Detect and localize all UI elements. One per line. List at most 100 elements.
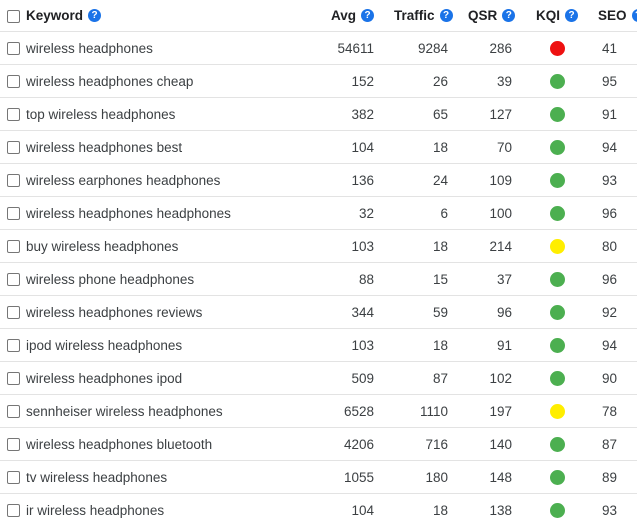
avg-cell: 103 (318, 329, 394, 362)
help-circle-icon-avg[interactable]: ? (361, 9, 374, 22)
row-checkbox[interactable] (7, 372, 20, 385)
row-checkbox[interactable] (7, 504, 20, 517)
traffic-cell: 15 (394, 263, 468, 296)
row-checkbox[interactable] (7, 207, 20, 220)
table-row[interactable]: wireless headphones best104187094 (0, 131, 637, 164)
keyword-cell: wireless phone headphones (26, 263, 318, 296)
table-row[interactable]: tv wireless headphones105518014889 (0, 461, 637, 494)
row-select-cell (0, 263, 26, 296)
row-checkbox[interactable] (7, 339, 20, 352)
qsr-cell: 286 (468, 32, 532, 65)
kqi-cell (532, 197, 598, 230)
row-checkbox[interactable] (7, 174, 20, 187)
traffic-cell: 180 (394, 461, 468, 494)
table-row[interactable]: buy wireless headphones1031821480 (0, 230, 637, 263)
avg-cell: 88 (318, 263, 394, 296)
seo-cell: 87 (598, 428, 637, 461)
column-header-keyword[interactable]: Keyword ? (26, 0, 318, 32)
table-row[interactable]: sennheiser wireless headphones6528111019… (0, 395, 637, 428)
seo-cell: 94 (598, 131, 637, 164)
row-select-cell (0, 98, 26, 131)
row-select-cell (0, 428, 26, 461)
row-checkbox[interactable] (7, 75, 20, 88)
row-checkbox[interactable] (7, 240, 20, 253)
avg-cell: 382 (318, 98, 394, 131)
keyword-cell: wireless headphones headphones (26, 197, 318, 230)
traffic-cell: 18 (394, 230, 468, 263)
keyword-cell: tv wireless headphones (26, 461, 318, 494)
seo-cell: 78 (598, 395, 637, 428)
column-header-qsr[interactable]: QSR ? (468, 0, 532, 32)
traffic-cell: 87 (394, 362, 468, 395)
kqi-cell (532, 131, 598, 164)
seo-cell: 90 (598, 362, 637, 395)
traffic-cell: 18 (394, 329, 468, 362)
seo-cell: 93 (598, 494, 637, 526)
column-header-kqi[interactable]: KQI ? (532, 0, 598, 32)
qsr-cell: 109 (468, 164, 532, 197)
column-header-traffic[interactable]: Traffic ? (394, 0, 468, 32)
row-checkbox[interactable] (7, 273, 20, 286)
row-checkbox[interactable] (7, 141, 20, 154)
help-circle-icon-traffic[interactable]: ? (440, 9, 453, 22)
table-body: wireless headphones54611928428641wireles… (0, 32, 637, 526)
traffic-cell: 59 (394, 296, 468, 329)
row-select-cell (0, 395, 26, 428)
avg-cell: 104 (318, 131, 394, 164)
traffic-cell: 24 (394, 164, 468, 197)
help-circle-icon-keyword[interactable]: ? (88, 9, 101, 22)
table-row[interactable]: wireless headphones54611928428641 (0, 32, 637, 65)
select-all-checkbox[interactable] (7, 10, 20, 23)
avg-cell: 104 (318, 494, 394, 526)
seo-cell: 91 (598, 98, 637, 131)
kqi-status-dot-green (550, 173, 565, 188)
help-circle-icon-kqi[interactable]: ? (565, 9, 578, 22)
keyword-cell: buy wireless headphones (26, 230, 318, 263)
help-circle-icon-seo[interactable]: ? (632, 9, 637, 22)
qsr-cell: 197 (468, 395, 532, 428)
column-header-seo[interactable]: SEO ? (598, 0, 637, 32)
row-select-cell (0, 494, 26, 526)
seo-cell: 41 (598, 32, 637, 65)
avg-cell: 32 (318, 197, 394, 230)
help-circle-icon-qsr[interactable]: ? (502, 9, 515, 22)
seo-cell: 89 (598, 461, 637, 494)
seo-cell: 80 (598, 230, 637, 263)
seo-cell: 93 (598, 164, 637, 197)
row-checkbox[interactable] (7, 405, 20, 418)
table-row[interactable]: wireless phone headphones88153796 (0, 263, 637, 296)
keyword-cell: top wireless headphones (26, 98, 318, 131)
kqi-cell (532, 230, 598, 263)
column-header-avg[interactable]: Avg ? (318, 0, 394, 32)
row-select-cell (0, 329, 26, 362)
header-row: Keyword ? Avg ? Traffic ? QSR ? (0, 0, 637, 32)
table-row[interactable]: wireless earphones headphones1362410993 (0, 164, 637, 197)
table-row[interactable]: wireless headphones ipod5098710290 (0, 362, 637, 395)
avg-cell: 103 (318, 230, 394, 263)
avg-cell: 54611 (318, 32, 394, 65)
table-row[interactable]: ir wireless headphones1041813893 (0, 494, 637, 526)
row-checkbox[interactable] (7, 306, 20, 319)
table-row[interactable]: wireless headphones bluetooth42067161408… (0, 428, 637, 461)
row-checkbox[interactable] (7, 108, 20, 121)
seo-cell: 95 (598, 65, 637, 98)
kqi-status-dot-green (550, 206, 565, 221)
table-header: Keyword ? Avg ? Traffic ? QSR ? (0, 0, 637, 32)
kqi-cell (532, 98, 598, 131)
seo-cell: 96 (598, 263, 637, 296)
column-header-avg-label: Avg (331, 8, 356, 23)
row-checkbox[interactable] (7, 438, 20, 451)
row-checkbox[interactable] (7, 471, 20, 484)
avg-cell: 1055 (318, 461, 394, 494)
table-row[interactable]: wireless headphones headphones32610096 (0, 197, 637, 230)
table-row[interactable]: top wireless headphones3826512791 (0, 98, 637, 131)
table-row[interactable]: ipod wireless headphones103189194 (0, 329, 637, 362)
row-checkbox[interactable] (7, 42, 20, 55)
table-row[interactable]: wireless headphones cheap152263995 (0, 65, 637, 98)
kqi-status-dot-green (550, 371, 565, 386)
select-all-header (0, 0, 26, 32)
seo-cell: 92 (598, 296, 637, 329)
table-row[interactable]: wireless headphones reviews344599692 (0, 296, 637, 329)
qsr-cell: 96 (468, 296, 532, 329)
qsr-cell: 70 (468, 131, 532, 164)
